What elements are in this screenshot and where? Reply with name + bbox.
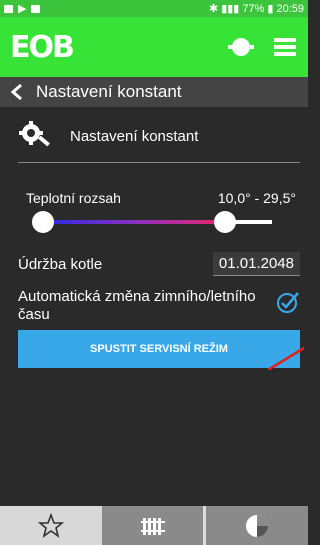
back-arrow-icon[interactable]: [8, 83, 26, 101]
app-header: EOB: [0, 17, 308, 77]
plug-icon[interactable]: [228, 34, 254, 60]
section-title: Nastavení konstant: [70, 127, 199, 145]
pie-chart-icon: [246, 514, 269, 537]
radiator-icon: [140, 517, 165, 535]
bottom-navigation: [0, 506, 309, 545]
notification-icon: [31, 4, 41, 13]
star-icon: [37, 512, 64, 538]
temperature-range-label: Teplotní rozsah: [26, 190, 121, 206]
maintenance-date-field[interactable]: 01.01.2048: [212, 252, 300, 276]
nav-statistics[interactable]: [206, 506, 309, 545]
hamburger-menu-icon[interactable]: [272, 34, 298, 60]
dst-label: Automatická změna zimního/letního času: [18, 288, 256, 323]
maintenance-row: Údržba kotle 01.01.2048: [18, 250, 300, 278]
battery-percent: 77%: [242, 2, 265, 15]
title-bar: Nastavení konstant: [0, 77, 308, 107]
temperature-range-row: Teplotní rozsah 10,0° - 29,5°: [26, 190, 296, 206]
signal-icon: ▮▮▮: [221, 3, 240, 15]
gallery-icon: [4, 4, 13, 13]
check-circle-icon[interactable]: [276, 290, 300, 314]
slider-track-active: [44, 220, 224, 224]
app-logo: EOB: [10, 29, 75, 65]
divider: [18, 162, 300, 163]
page-title: Nastavení konstant: [36, 82, 182, 101]
slider-thumb-high[interactable]: [214, 211, 236, 233]
section-header: Nastavení konstant: [18, 118, 300, 154]
dst-row: Automatická změna zimního/letního času: [18, 288, 300, 328]
clock: 20:59: [276, 2, 304, 15]
slider-thumb-low[interactable]: [32, 211, 54, 233]
bluetooth-icon: ✱: [208, 3, 219, 15]
service-mode-button[interactable]: SPUSTIT SERVISNÍ REŽIM: [18, 330, 300, 368]
nav-favorites[interactable]: [0, 506, 102, 545]
battery-icon: ▮: [267, 3, 274, 15]
nav-heating[interactable]: [101, 506, 207, 545]
maintenance-label: Údržba kotle: [18, 255, 103, 273]
gear-wrench-icon: [19, 121, 50, 147]
play-icon: ▶: [18, 3, 27, 15]
temperature-range-slider[interactable]: [32, 211, 272, 233]
annotation-arrow: [268, 346, 304, 370]
temperature-range-value: 10,0° - 29,5°: [217, 190, 296, 206]
status-bar: ▶ ✱ ▮▮▮ 77% ▮ 20:59: [0, 0, 308, 17]
